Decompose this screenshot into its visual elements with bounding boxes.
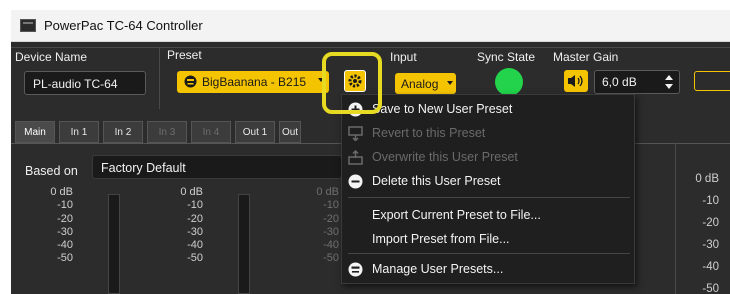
preset-label: Preset — [167, 48, 202, 62]
meter-tick-label: 0 dB — [316, 186, 339, 198]
menu-item-label: Export Current Preset to File... — [372, 208, 541, 222]
tab-strip: Main In 1 In 2 In 3 In 4 Out 1 Out — [15, 121, 305, 143]
title-bar: PowerPac TC-64 Controller — [11, 10, 730, 42]
highlight-annotation — [322, 52, 382, 114]
input-value: Analog — [401, 77, 439, 91]
meter-tick-label: -10 — [702, 195, 719, 207]
smiley-icon — [184, 75, 197, 88]
meter-tick-label: -50 — [702, 283, 719, 294]
menu-item-label: Save to New User Preset — [372, 102, 513, 116]
speaker-icon — [568, 75, 583, 87]
header-divider — [159, 47, 160, 109]
meter-tick-label: -20 — [57, 212, 73, 225]
meter-tick-label: 0 dB — [180, 186, 203, 198]
mute-button[interactable] — [564, 70, 588, 92]
menu-item-delete-user-preset[interactable]: Delete this User Preset — [342, 171, 634, 191]
meter-tick-label: -50 — [187, 252, 203, 265]
device-name-label: Device Name — [15, 50, 88, 64]
meter-tick-label: -40 — [702, 261, 719, 273]
meter-tick-label: -20 — [323, 212, 339, 225]
device-name-field[interactable]: PL-audio TC-64 — [24, 71, 146, 95]
preset-context-menu: Save to New User Preset Revert to this P… — [341, 94, 635, 284]
meter-tick-label: -30 — [57, 225, 73, 238]
meter-tick-label: -10 — [187, 199, 203, 212]
preset-value: BigBaanana - B215 — [202, 75, 307, 89]
tab-main[interactable]: Main — [15, 121, 55, 143]
meter-tick-label: -40 — [323, 239, 339, 252]
meter-scale: 0 dB -10 -20 -30 -40 -50 — [675, 168, 719, 294]
menu-item-save-new-user-preset[interactable]: Save to New User Preset — [342, 99, 634, 119]
menu-item-overwrite-user-preset[interactable]: Overwrite this User Preset — [342, 147, 634, 167]
meter-scale: 0 dB -10 -20 -30 -40 -50 — [161, 186, 203, 266]
overwrite-icon — [348, 150, 363, 165]
meter-scale: 0 dB -10 -20 -30 -40 -50 — [297, 186, 339, 266]
meter-tick-label: -40 — [187, 239, 203, 252]
menu-item-label: Import Preset from File... — [372, 232, 510, 246]
master-gain-value: 6,0 dB — [602, 75, 637, 89]
meter-tick-label: -50 — [323, 252, 339, 265]
menu-item-label: Manage User Presets... — [372, 262, 504, 276]
up-down-arrows-icon[interactable] — [664, 74, 674, 90]
master-gain-label: Master Gain — [553, 50, 619, 64]
level-meter — [238, 194, 250, 294]
meter-tick-label: 0 dB — [50, 186, 73, 198]
meter-tick-label: -30 — [702, 239, 719, 251]
based-on-dropdown[interactable]: Factory Default — [92, 155, 342, 179]
meter-tick-label: -40 — [57, 239, 73, 252]
meter-tick-label: 0 dB — [695, 173, 719, 185]
meter-tick-label: -20 — [187, 212, 203, 225]
menu-item-export-preset[interactable]: Export Current Preset to File... — [342, 205, 634, 225]
input-label: Input — [390, 50, 417, 64]
tab-in-2[interactable]: In 2 — [103, 121, 143, 143]
header-divider — [11, 47, 730, 48]
input-dropdown[interactable]: Analog — [395, 73, 456, 94]
menu-item-label: Overwrite this User Preset — [372, 150, 518, 164]
master-gain-field[interactable]: 6,0 dB — [594, 70, 680, 94]
menu-separator — [348, 253, 630, 254]
based-on-label: Based on — [25, 164, 78, 178]
meter-scale: 0 dB -10 -20 -30 -40 -50 — [31, 186, 73, 266]
menu-item-revert-preset[interactable]: Revert to this Preset — [342, 123, 634, 143]
menu-item-label: Revert to this Preset — [372, 126, 486, 140]
window-title: PowerPac TC-64 Controller — [44, 18, 203, 33]
preset-dropdown[interactable]: BigBaanana - B215 — [177, 71, 329, 93]
sync-state-indicator — [495, 68, 523, 96]
menu-item-label: Delete this User Preset — [372, 174, 501, 188]
sync-state-label: Sync State — [477, 50, 536, 64]
smiley-icon — [348, 262, 363, 277]
triangle-down-icon — [447, 81, 453, 85]
app-icon — [20, 19, 36, 32]
minus-circle-icon — [348, 174, 363, 189]
menu-item-import-preset[interactable]: Import Preset from File... — [342, 229, 634, 249]
revert-icon — [348, 126, 363, 141]
tab-out-1[interactable]: Out 1 — [235, 121, 275, 143]
meter-tick-label: -30 — [187, 225, 203, 238]
tab-in-3[interactable]: In 3 — [147, 121, 187, 143]
meter-tick-label: -30 — [323, 225, 339, 238]
meter-tick-label: -10 — [57, 199, 73, 212]
tab-in-1[interactable]: In 1 — [59, 121, 99, 143]
level-meter — [108, 194, 120, 294]
meter-tick-label: -50 — [57, 252, 73, 265]
master-gain-slider[interactable] — [694, 71, 730, 91]
menu-item-manage-user-presets[interactable]: Manage User Presets... — [342, 259, 634, 279]
tab-out-2[interactable]: Out — [279, 121, 301, 143]
meter-tick-label: -10 — [323, 199, 339, 212]
tab-in-4[interactable]: In 4 — [191, 121, 231, 143]
menu-separator — [348, 197, 630, 198]
meter-tick-label: -20 — [702, 217, 719, 229]
